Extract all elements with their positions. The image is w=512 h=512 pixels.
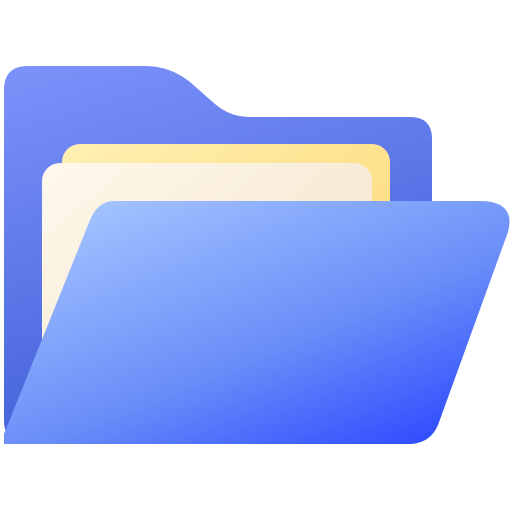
open-folder-icon xyxy=(4,66,510,444)
icon-canvas xyxy=(0,0,512,512)
